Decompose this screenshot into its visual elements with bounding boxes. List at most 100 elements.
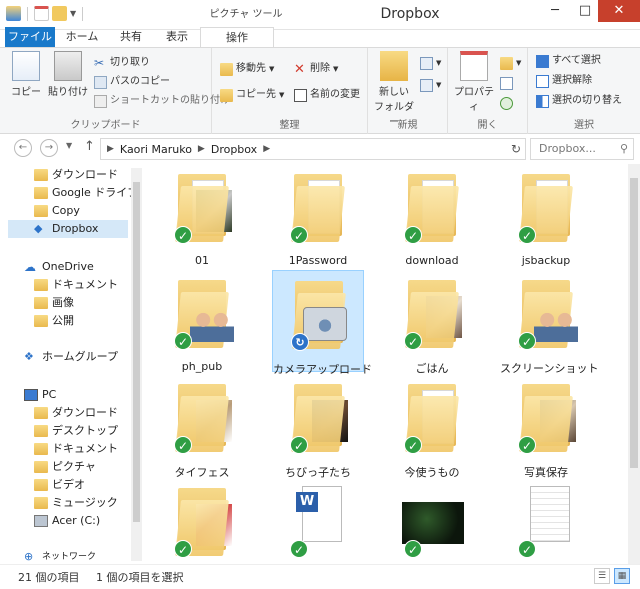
move-to-button[interactable]: 移動先 ▼ xyxy=(220,60,274,78)
new-item-button[interactable]: ▼ xyxy=(420,54,441,72)
folder-tile[interactable]: ✓ 1Password xyxy=(272,164,364,267)
folder-tile[interactable]: ✓ jsbackup xyxy=(500,164,592,267)
search-icon: ⚲ xyxy=(619,142,628,155)
image-file-tile[interactable]: ✓ xyxy=(386,478,478,564)
folder-tile[interactable]: ✓ スクリーンショット xyxy=(500,270,598,375)
nav-item-downloads[interactable]: ダウンロード xyxy=(34,166,118,184)
folder-tile[interactable]: ✓ ごはん xyxy=(386,270,478,375)
nav-item-onedrive[interactable]: ☁ OneDrive xyxy=(24,258,94,276)
easy-access-button[interactable]: ▼ xyxy=(420,76,441,94)
nav-item-dropbox[interactable]: ◆ Dropbox xyxy=(8,220,128,238)
select-all-button[interactable]: すべて選択 xyxy=(536,52,601,70)
photo-thumbnail xyxy=(402,502,464,544)
folder-tile[interactable]: ✓ 写真保存 xyxy=(500,374,592,479)
copy-path-button[interactable]: パスのコピー xyxy=(94,73,170,91)
copy-to-button[interactable]: コピー先 ▼ xyxy=(220,86,284,104)
tab-file[interactable]: ファイル xyxy=(5,27,55,47)
tab-share[interactable]: 共有 xyxy=(108,27,154,47)
nav-item-pictures[interactable]: ピクチャ xyxy=(34,458,96,476)
history-button[interactable] xyxy=(500,94,513,112)
rename-label: 名前の変更 xyxy=(310,89,360,100)
select-none-button[interactable]: 選択解除 xyxy=(536,72,592,90)
nav-item-pc[interactable]: PC xyxy=(24,386,56,404)
close-button[interactable]: ✕ xyxy=(598,0,640,22)
tab-view[interactable]: 表示 xyxy=(154,27,200,47)
delete-button[interactable]: ✕ 削除 ▼ xyxy=(294,60,338,78)
folder-tile-selected[interactable]: ↻ カメラアップロード xyxy=(272,270,372,376)
tab-manage[interactable]: 操作 xyxy=(200,27,274,47)
group-new-label: 新規 xyxy=(397,120,418,131)
qat-dropdown-icon[interactable]: ▼ xyxy=(70,9,76,18)
nav-item-videos[interactable]: ビデオ xyxy=(34,476,85,494)
properties-button[interactable]: プロパティ xyxy=(452,51,496,113)
folder-tile[interactable]: ✓ タイフェス xyxy=(156,374,248,479)
nav-pane-scrollbar[interactable] xyxy=(131,168,142,561)
folder-tile[interactable]: ✓ xyxy=(156,478,248,564)
folder-tile[interactable]: ✓ ちびっ子たち xyxy=(272,374,364,479)
new-folder-icon[interactable] xyxy=(52,6,67,21)
videos-folder-icon xyxy=(34,479,48,491)
nav-item-documents[interactable]: ドキュメント xyxy=(34,440,118,458)
copy-to-icon xyxy=(220,88,233,102)
paste-shortcut-button[interactable]: ショートカットの貼り付け xyxy=(94,92,230,110)
nav-item-music[interactable]: ミュージック xyxy=(34,494,118,512)
folder-tile[interactable]: ✓ ph_pub xyxy=(156,270,248,373)
nav-item-label: ミュージック xyxy=(52,496,118,509)
details-view-button[interactable]: ☰ xyxy=(594,568,610,584)
address-bar[interactable]: ▶ Kaori Maruko ▶ Dropbox ▶ ↻ xyxy=(100,138,526,160)
refresh-icon[interactable]: ↻ xyxy=(511,142,521,156)
copy-button[interactable]: コピー xyxy=(8,51,44,98)
nav-item-homegroup[interactable]: ❖ ホームグループ xyxy=(24,348,118,366)
back-button[interactable]: ← xyxy=(14,139,32,157)
up-arrow-icon[interactable]: ↑ xyxy=(84,139,95,154)
folder-tile[interactable]: ✓ 今使うもの xyxy=(386,374,478,479)
minimize-button[interactable]: ─ xyxy=(540,0,570,22)
sync-check-icon: ✓ xyxy=(174,436,192,454)
nav-item-google-drive[interactable]: Google ドライブ xyxy=(34,184,138,202)
search-input[interactable]: Dropbox... ⚲ xyxy=(530,138,634,160)
sync-check-icon: ✓ xyxy=(518,226,536,244)
properties-big-icon xyxy=(460,51,488,81)
nav-item-copy[interactable]: Copy xyxy=(34,202,80,220)
nav-item-pc-downloads[interactable]: ダウンロード xyxy=(34,404,118,422)
breadcrumb-user[interactable]: Kaori Maruko xyxy=(120,143,192,156)
nav-item-onedrive-pictures[interactable]: 画像 xyxy=(34,294,74,312)
paste-button[interactable]: 貼り付け xyxy=(48,51,88,98)
delete-dropdown-icon: ▼ xyxy=(333,65,339,73)
breadcrumb-dropbox[interactable]: Dropbox xyxy=(211,143,257,156)
folder-tile[interactable]: ✓ 01 xyxy=(156,164,248,267)
rename-button[interactable]: 名前の変更 xyxy=(294,86,360,104)
copy-path-label: パスのコピー xyxy=(110,76,170,87)
nav-item-onedrive-documents[interactable]: ドキュメント xyxy=(34,276,118,294)
large-icons-view-button[interactable]: ▦ xyxy=(614,568,630,584)
breadcrumb-chevron-icon[interactable]: ▶ xyxy=(198,144,205,154)
syncing-icon: ↻ xyxy=(291,333,309,351)
breadcrumb-chevron-icon[interactable]: ▶ xyxy=(263,144,270,154)
invert-selection-button[interactable]: 選択の切り替え xyxy=(536,92,622,110)
nav-item-desktop[interactable]: デスクトップ xyxy=(34,422,118,440)
edit-button[interactable] xyxy=(500,74,513,92)
scrollbar-thumb[interactable] xyxy=(630,178,638,468)
forward-button[interactable]: → xyxy=(40,139,58,157)
cut-button[interactable]: ✂ 切り取り xyxy=(94,54,150,72)
scrollbar-thumb[interactable] xyxy=(133,182,140,522)
sync-check-icon: ✓ xyxy=(404,332,422,350)
nav-item-onedrive-public[interactable]: 公開 xyxy=(34,312,74,330)
properties-icon[interactable] xyxy=(34,6,49,21)
homegroup-icon: ❖ xyxy=(24,350,34,363)
explorer-app-icon[interactable] xyxy=(6,6,21,21)
content-scrollbar[interactable] xyxy=(628,164,640,564)
maximize-button[interactable]: □ xyxy=(570,0,600,22)
open-button[interactable]: ▼ xyxy=(500,54,521,72)
text-file-tile[interactable]: ✓ xyxy=(500,478,592,564)
ribbon: コピー 貼り付け ✂ 切り取り パスのコピー ショートカットの貼り付け クリップ… xyxy=(0,47,640,134)
breadcrumb-chevron-icon[interactable]: ▶ xyxy=(107,144,114,154)
recent-locations-dropdown-icon[interactable]: ▼ xyxy=(66,141,72,150)
folder-tile[interactable]: ✓ download xyxy=(386,164,478,267)
tab-home[interactable]: ホーム xyxy=(56,27,108,47)
folder-icon xyxy=(34,315,48,327)
word-document-tile[interactable]: W ✓ xyxy=(272,478,364,564)
nav-item-drive-c[interactable]: Acer (C:) xyxy=(34,512,100,530)
navigation-bar: ← → ▼ ↑ ▶ Kaori Maruko ▶ Dropbox ▶ ↻ Dro… xyxy=(0,137,640,161)
file-name: 1Password xyxy=(288,254,348,267)
